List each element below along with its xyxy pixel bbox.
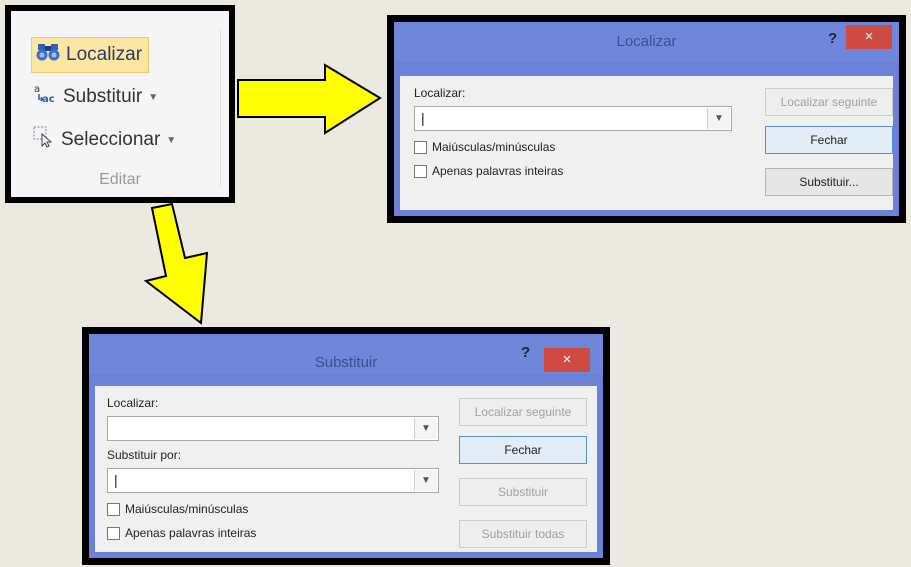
find-input-value: | xyxy=(421,110,425,126)
find-dialog-body: Localizar: | ▼ Maiúsculas/minúsculas Ape… xyxy=(400,76,893,210)
chevron-down-icon[interactable]: ▼ xyxy=(707,108,730,129)
match-case-checkbox[interactable]: Maiúsculas/minúsculas xyxy=(414,140,555,154)
replace-input[interactable]: | ▼ xyxy=(107,468,439,493)
checkbox-box[interactable] xyxy=(107,526,120,540)
close-button[interactable]: Fechar xyxy=(459,436,587,464)
checkbox-box[interactable] xyxy=(107,502,120,516)
replace-button[interactable]: Substituir... xyxy=(765,168,893,196)
find-dialog-title: Localizar xyxy=(616,33,677,50)
replace-input-value: | xyxy=(114,472,118,488)
chevron-down-icon[interactable]: ▼ xyxy=(414,470,437,491)
chevron-down-icon[interactable]: ▼ xyxy=(414,418,437,439)
replace-dialog-body: Localizar: ▼ Substituir por: | ▼ Maiúscu… xyxy=(95,386,597,552)
find-dialog: Localizar ? × Localizar: | ▼ Maiúsculas/… xyxy=(387,15,906,223)
right-arrow-icon xyxy=(237,63,382,135)
find-label: Localizar: xyxy=(107,396,159,410)
close-icon[interactable]: × xyxy=(544,348,590,372)
find-next-button[interactable]: Localizar seguinte xyxy=(459,398,587,426)
whole-words-label: Apenas palavras inteiras xyxy=(125,526,257,540)
replace-dialog: Substituir ? × Localizar: ▼ Substituir p… xyxy=(82,327,610,565)
find-input[interactable]: ▼ xyxy=(107,416,439,441)
whole-words-label: Apenas palavras inteiras xyxy=(432,164,564,178)
find-next-button[interactable]: Localizar seguinte xyxy=(765,88,893,116)
replace-all-button[interactable]: Substituir todas xyxy=(459,520,587,548)
down-arrow-icon xyxy=(143,202,209,325)
close-icon[interactable]: × xyxy=(846,25,892,49)
match-case-label: Maiúsculas/minúsculas xyxy=(432,140,556,154)
whole-words-checkbox[interactable]: Apenas palavras inteiras xyxy=(414,164,563,178)
checkbox-box[interactable] xyxy=(414,164,427,178)
whole-words-checkbox[interactable]: Apenas palavras inteiras xyxy=(107,526,256,540)
help-icon[interactable]: ? xyxy=(828,30,837,47)
find-input[interactable]: | ▼ xyxy=(414,106,732,131)
find-label: Localizar: xyxy=(414,86,466,100)
match-case-label: Maiúsculas/minúsculas xyxy=(125,502,249,516)
replace-button[interactable]: Substituir xyxy=(459,478,587,506)
checkbox-box[interactable] xyxy=(414,140,427,154)
close-button[interactable]: Fechar xyxy=(765,126,893,154)
replace-dialog-titlebar: Substituir ? × xyxy=(89,334,603,374)
help-icon[interactable]: ? xyxy=(521,344,530,361)
replace-label: Substituir por: xyxy=(107,448,182,462)
match-case-checkbox[interactable]: Maiúsculas/minúsculas xyxy=(107,502,248,516)
find-dialog-titlebar: Localizar ? × xyxy=(394,22,899,62)
